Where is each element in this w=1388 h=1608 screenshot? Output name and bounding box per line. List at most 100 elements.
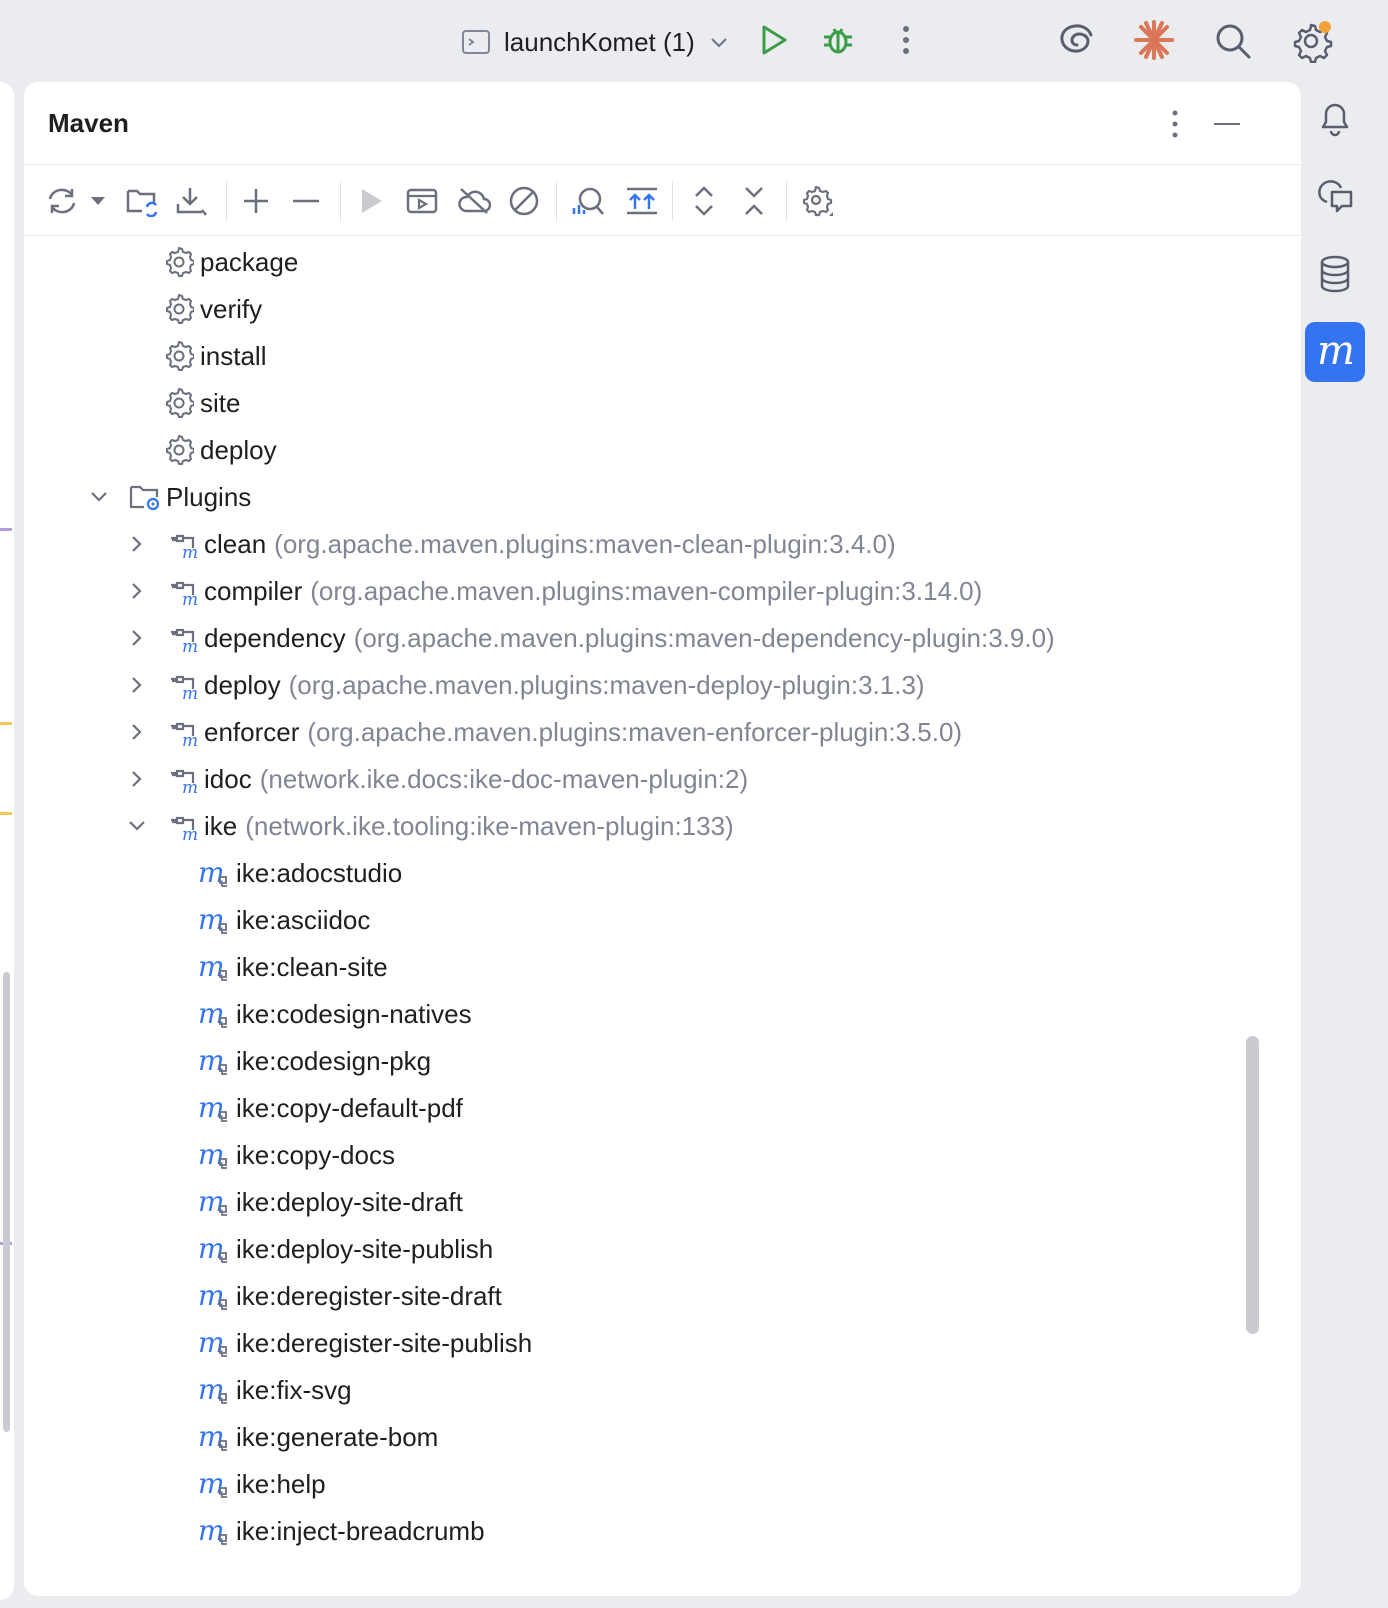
goal-label: ike:deploy-site-draft: [236, 1186, 463, 1217]
tree-item-goal[interactable]: m ike:deploy-site-publish: [198, 1225, 493, 1273]
tree-item-goal[interactable]: m ike:clean-site: [198, 943, 388, 991]
tree-item-goal[interactable]: m ike:help: [198, 1460, 326, 1508]
lifecycle-label: site: [200, 387, 241, 418]
tree-item-plugin[interactable]: m enforcer (org.apache.maven.plugins:mav…: [126, 708, 962, 756]
plugin-name: deploy: [204, 669, 281, 700]
tree-item-goal[interactable]: m ike:codesign-natives: [198, 990, 472, 1038]
offline-icon[interactable]: [456, 183, 492, 219]
maven-goal-icon: m: [198, 1420, 232, 1454]
chevron-right-icon[interactable]: [126, 580, 148, 602]
maven-goal-icon: m: [198, 1044, 232, 1078]
goal-label: ike:codesign-natives: [236, 998, 472, 1029]
run-icon[interactable]: [754, 20, 794, 60]
editor-scrollbar[interactable]: [3, 972, 10, 1432]
minimize-icon[interactable]: [1210, 104, 1244, 144]
reload-icon[interactable]: [44, 183, 80, 219]
debug-icon[interactable]: [818, 20, 858, 60]
gear-icon: [162, 339, 196, 373]
tree-item-lifecycle[interactable]: install: [162, 332, 266, 380]
goal-label: ike:deploy-site-publish: [236, 1233, 494, 1264]
lifecycle-label: deploy: [200, 434, 277, 465]
download-icon[interactable]: [174, 183, 210, 219]
dropdown-icon[interactable]: [84, 183, 112, 219]
settings-icon[interactable]: [1286, 16, 1336, 66]
chevron-down-icon[interactable]: [88, 486, 110, 508]
maven-settings-icon[interactable]: [800, 183, 836, 219]
tree-item-goal[interactable]: m ike:deregister-site-draft: [198, 1272, 502, 1320]
show-basic-phases-icon[interactable]: [622, 183, 662, 219]
right-tool-bar: m: [1305, 82, 1388, 1608]
collapse-all-icon[interactable]: [736, 183, 772, 219]
tree-item-goal[interactable]: m ike:copy-default-pdf: [198, 1084, 463, 1132]
ai-assistant-icon[interactable]: [1054, 18, 1100, 62]
ai-chat-icon[interactable]: [1305, 166, 1365, 226]
chevron-down-icon[interactable]: [709, 35, 729, 49]
tree-item-goal[interactable]: m ike:deploy-site-draft: [198, 1178, 463, 1226]
reimport-folder-icon[interactable]: [124, 183, 160, 219]
plugin-coordinates: (org.apache.maven.plugins:maven-compiler…: [310, 575, 983, 606]
search-icon[interactable]: [1210, 18, 1256, 64]
maven-goal-icon: m: [198, 950, 232, 984]
maven-tool-window: Maven package verify install site deploy…: [24, 82, 1301, 1596]
maven-goal-icon: m: [198, 1185, 232, 1219]
run-config-icon[interactable]: [404, 183, 440, 219]
tree-item-plugin[interactable]: m ike (network.ike.tooling:ike-maven-plu…: [126, 802, 734, 850]
chevron-down-icon[interactable]: [126, 815, 148, 837]
tree-item-lifecycle[interactable]: site: [162, 379, 240, 427]
expand-all-icon[interactable]: [686, 183, 722, 219]
chevron-right-icon[interactable]: [126, 674, 148, 696]
tree-item-lifecycle[interactable]: verify: [162, 285, 262, 333]
run-goal-icon[interactable]: [354, 183, 390, 219]
plugin-name: enforcer: [204, 716, 300, 747]
svg-text:m: m: [198, 1468, 225, 1500]
maven-goal-icon: m: [198, 1279, 232, 1313]
maven-icon[interactable]: m: [1305, 322, 1365, 382]
chevron-right-icon[interactable]: [126, 768, 148, 790]
maven-goal-icon: m: [198, 1232, 232, 1266]
tree-item-lifecycle[interactable]: package: [162, 238, 298, 286]
analyze-dependencies-icon[interactable]: [570, 183, 606, 219]
skip-tests-icon[interactable]: [506, 183, 542, 219]
database-icon[interactable]: [1305, 244, 1365, 304]
svg-text:m: m: [198, 1139, 225, 1171]
tree-item-goal[interactable]: m ike:inject-breadcrumb: [198, 1507, 485, 1555]
tree-item-goal[interactable]: m ike:codesign-pkg: [198, 1037, 431, 1085]
plugin-coordinates: (org.apache.maven.plugins:maven-enforcer…: [307, 716, 963, 747]
chevron-right-icon[interactable]: [126, 627, 148, 649]
add-icon[interactable]: [238, 183, 274, 219]
tree-item-plugin[interactable]: m idoc (network.ike.docs:ike-doc-maven-p…: [126, 755, 748, 803]
more-vertical-icon[interactable]: [886, 20, 926, 60]
notifications-icon[interactable]: [1305, 88, 1365, 148]
svg-text:m: m: [182, 731, 198, 748]
maven-goal-icon: m: [198, 997, 232, 1031]
goal-label: ike:adocstudio: [236, 857, 403, 888]
claude-icon[interactable]: [1130, 16, 1178, 64]
editor-edge: [0, 82, 14, 1600]
lifecycle-label: verify: [200, 293, 263, 324]
tree-item-plugin[interactable]: m dependency (org.apache.maven.plugins:m…: [126, 614, 1055, 662]
tree-item-goal[interactable]: m ike:deregister-site-publish: [198, 1319, 532, 1367]
remove-icon[interactable]: [288, 183, 324, 219]
chevron-right-icon[interactable]: [126, 721, 148, 743]
tree-scrollbar[interactable]: [1246, 1036, 1259, 1334]
tree-item-plugins[interactable]: Plugins: [88, 473, 251, 521]
tree-item-goal[interactable]: m ike:adocstudio: [198, 849, 402, 897]
chevron-right-icon[interactable]: [126, 533, 148, 555]
maven-tree: package verify install site deploy Plugi…: [24, 236, 1301, 1596]
gear-icon: [162, 292, 196, 326]
tree-item-plugin[interactable]: m compiler (org.apache.maven.plugins:mav…: [126, 567, 982, 615]
svg-text:m: m: [198, 1374, 225, 1406]
tree-item-goal[interactable]: m ike:fix-svg: [198, 1366, 352, 1414]
more-vertical-icon[interactable]: [1160, 104, 1190, 144]
tree-item-goal[interactable]: m ike:copy-docs: [198, 1131, 395, 1179]
gear-icon: [162, 386, 196, 420]
run-configuration-selector[interactable]: launchKomet (1): [462, 22, 729, 62]
gutter-marker: [0, 528, 12, 531]
tree-item-plugin[interactable]: m clean (org.apache.maven.plugins:maven-…: [126, 520, 896, 568]
tree-item-lifecycle[interactable]: deploy: [162, 426, 277, 474]
svg-text:m: m: [182, 778, 198, 795]
tree-item-plugin[interactable]: m deploy (org.apache.maven.plugins:maven…: [126, 661, 925, 709]
tree-item-goal[interactable]: m ike:asciidoc: [198, 896, 370, 944]
tree-item-goal[interactable]: m ike:generate-bom: [198, 1413, 438, 1461]
gear-icon: [162, 245, 196, 279]
